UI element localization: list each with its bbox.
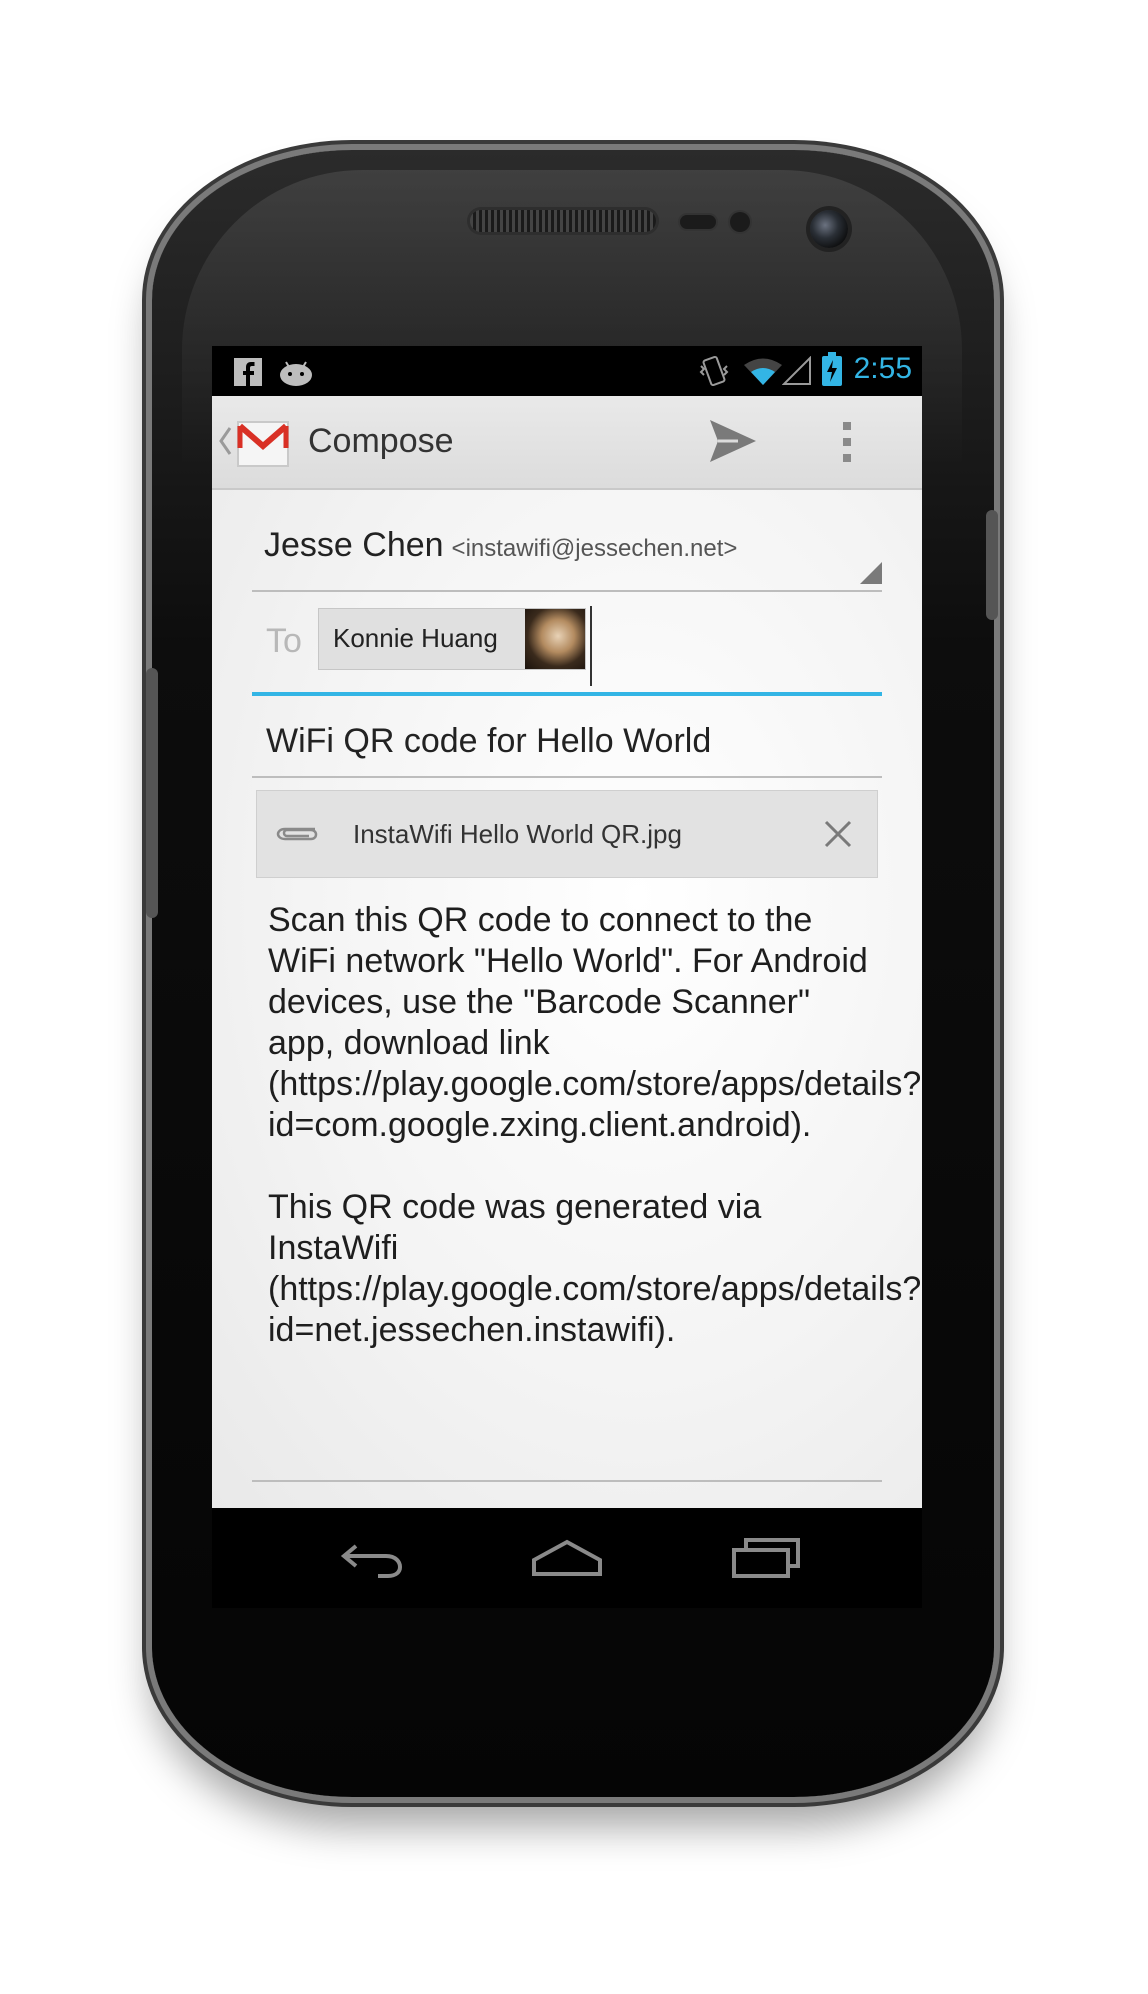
from-email: <instawifi@jessechen.net> <box>451 535 738 562</box>
earpiece-speaker <box>470 210 656 232</box>
subject-field[interactable]: WiFi QR code for Hello World <box>252 696 882 776</box>
android-debug-icon <box>280 361 312 386</box>
battery-charging-icon <box>822 352 842 386</box>
navigation-bar <box>212 1508 922 1608</box>
from-account-spinner[interactable]: Jesse Chen <instawifi@jessechen.net> <box>252 510 882 590</box>
subject-text: WiFi QR code for Hello World <box>266 722 712 760</box>
subject-underline <box>252 776 882 778</box>
chevron-left-icon <box>219 427 232 455</box>
signal-icon <box>782 356 811 385</box>
spinner-triangle-icon <box>860 562 882 584</box>
front-camera <box>810 210 848 248</box>
phone-screen: 2:55 Compose Jesse Chen <instawifi@jesse… <box>212 346 922 1608</box>
recent-apps-icon[interactable] <box>730 1536 802 1580</box>
back-icon[interactable] <box>338 1540 406 1580</box>
message-body[interactable]: Scan this QR code to connect to the WiFi… <box>268 900 922 1392</box>
power-button <box>986 510 998 620</box>
recipient-chip[interactable]: Konnie Huang <box>318 608 586 670</box>
action-bar-title: Compose <box>308 422 454 460</box>
proximity-sensor <box>680 215 716 229</box>
gmail-icon <box>237 421 289 467</box>
body-paragraph: This QR code was generated via InstaWifi… <box>268 1188 922 1349</box>
up-navigation[interactable] <box>212 396 298 488</box>
paperclip-icon <box>276 827 318 841</box>
to-label: To <box>266 622 302 660</box>
status-bar: 2:55 <box>212 346 922 396</box>
body-underline <box>252 1480 882 1482</box>
send-icon[interactable] <box>708 418 758 464</box>
from-name: Jesse Chen <box>264 526 444 564</box>
home-icon[interactable] <box>530 1538 604 1578</box>
to-field[interactable]: To Konnie Huang <box>252 590 882 694</box>
action-bar: Compose <box>212 396 922 490</box>
overflow-menu-icon[interactable] <box>840 420 854 464</box>
status-time: 2:55 <box>853 352 912 385</box>
recipient-avatar <box>525 609 585 669</box>
from-field: Jesse Chen <instawifi@jessechen.net> <box>264 526 737 565</box>
vibrate-icon <box>699 355 729 387</box>
volume-button <box>146 668 158 918</box>
compose-form: Jesse Chen <instawifi@jessechen.net> To K… <box>212 490 922 1508</box>
facebook-icon <box>234 358 262 386</box>
light-sensor <box>730 212 750 232</box>
text-cursor <box>590 606 592 686</box>
wifi-icon <box>744 358 782 385</box>
body-paragraph: Scan this QR code to connect to the WiFi… <box>268 901 922 1144</box>
recipient-chip-label: Konnie Huang <box>333 623 498 653</box>
attachment-name: InstaWifi Hello World QR.jpg <box>353 819 682 849</box>
remove-attachment-icon[interactable] <box>823 819 853 849</box>
attachment-row[interactable]: InstaWifi Hello World QR.jpg <box>256 790 878 878</box>
